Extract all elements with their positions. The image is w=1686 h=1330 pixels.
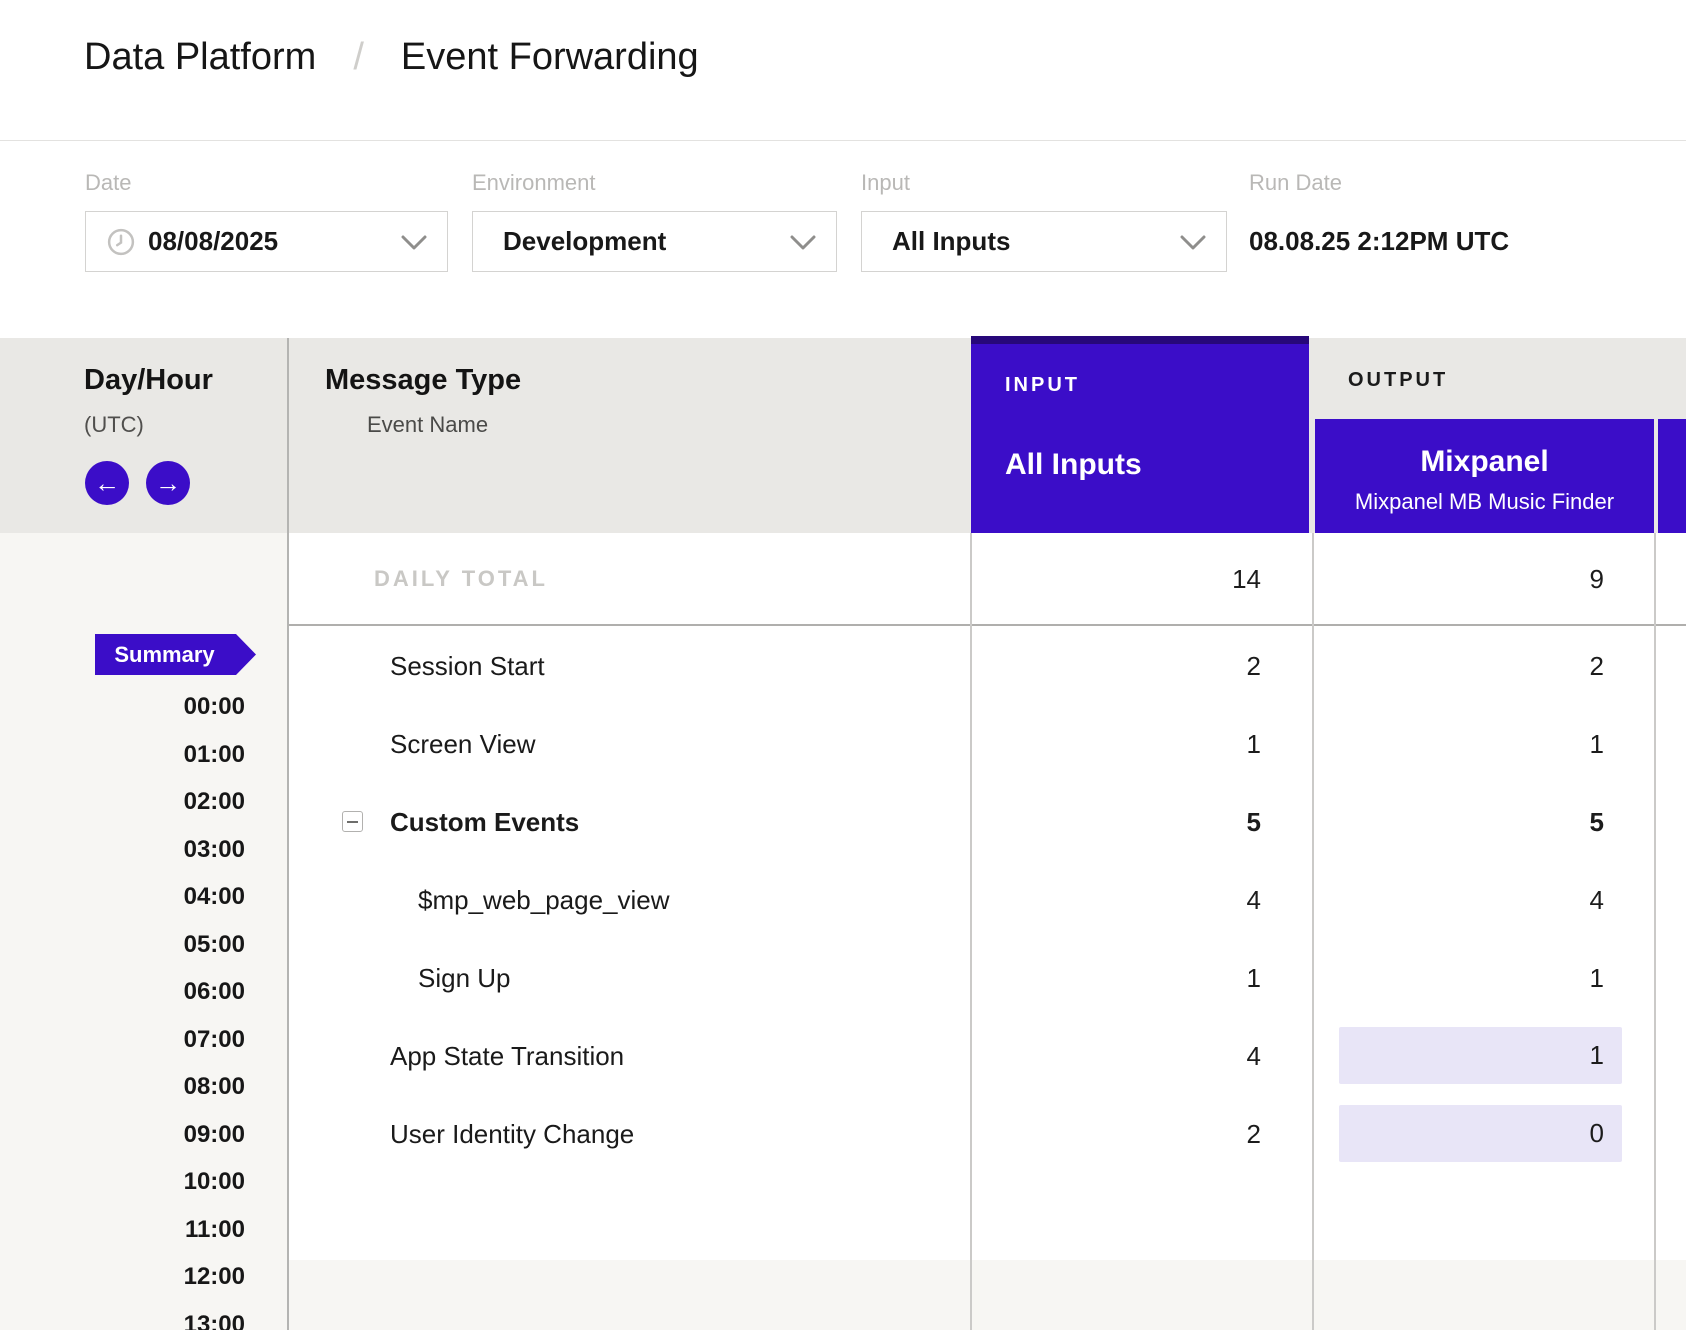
- message-type-column-title: Message Type: [325, 364, 521, 397]
- input-filter-label: Input: [861, 170, 910, 196]
- input-count-cell: 1: [1247, 705, 1261, 783]
- input-select[interactable]: All Inputs: [861, 211, 1227, 272]
- highlighted-output-cell[interactable]: 0: [1339, 1105, 1622, 1162]
- hour-row-label[interactable]: 11:00: [0, 1215, 245, 1245]
- event-name-label: App State Transition: [390, 1017, 624, 1095]
- output-connection-name: Mixpanel MB Music Finder: [1315, 489, 1654, 515]
- daily-total-divider: [289, 624, 1686, 626]
- hour-row-label[interactable]: 05:00: [0, 930, 245, 960]
- run-date-group: Run Date 08.08.25 2:12PM UTC: [1249, 142, 1589, 338]
- output-column-header-mixpanel[interactable]: Mixpanel Mixpanel MB Music Finder: [1315, 419, 1654, 533]
- output-name: Mixpanel: [1315, 445, 1654, 479]
- output-count-cell: 1: [1590, 939, 1604, 1017]
- hour-row-label[interactable]: 03:00: [0, 835, 245, 865]
- output-column-header-partial[interactable]: [1658, 419, 1686, 533]
- input-column-header[interactable]: INPUT All Inputs: [971, 336, 1309, 533]
- hour-row-label[interactable]: 08:00: [0, 1072, 245, 1102]
- output-count-cell: 5: [1590, 783, 1604, 861]
- summary-tab-label: Summary: [95, 634, 256, 675]
- input-count-cell: 4: [1247, 861, 1261, 939]
- input-output-column-divider: [1312, 533, 1314, 1330]
- output-section-label: OUTPUT: [1348, 369, 1448, 392]
- hour-row-label[interactable]: 13:00: [0, 1310, 245, 1330]
- hour-row-label[interactable]: 10:00: [0, 1167, 245, 1197]
- chevron-down-icon: [790, 235, 816, 250]
- input-count-cell: 4: [1247, 1017, 1261, 1095]
- hour-row-label[interactable]: 04:00: [0, 882, 245, 912]
- input-count-cell: 5: [1247, 783, 1261, 861]
- input-select-value: All Inputs: [892, 226, 1010, 257]
- collapse-minus-icon[interactable]: [342, 811, 363, 832]
- event-name-label: User Identity Change: [390, 1095, 634, 1173]
- daily-total-output-count: 9: [1590, 533, 1604, 625]
- input-filter-group: Input All Inputs: [861, 142, 1227, 338]
- run-date-value: 08.08.25 2:12PM UTC: [1249, 226, 1509, 257]
- daily-total-label: DAILY TOTAL: [374, 533, 548, 625]
- table-footer-band: [289, 1260, 1686, 1330]
- event-name-label: $mp_web_page_view: [418, 861, 670, 939]
- input-count-cell: 2: [1247, 1095, 1261, 1173]
- input-column-label: INPUT: [1005, 374, 1080, 397]
- hour-row-label[interactable]: 06:00: [0, 977, 245, 1007]
- message-input-column-divider: [970, 533, 972, 1330]
- hour-row-label[interactable]: 07:00: [0, 1025, 245, 1055]
- input-column-value: All Inputs: [1005, 448, 1142, 482]
- daily-total-input-count: 14: [1232, 533, 1261, 625]
- chevron-down-icon: [1180, 235, 1206, 250]
- environment-select-value: Development: [503, 226, 666, 257]
- output-count-cell: 0: [1339, 1105, 1622, 1162]
- event-name-label: Custom Events: [390, 783, 579, 861]
- environment-filter-label: Environment: [472, 170, 596, 196]
- event-forwarding-page: Data Platform/Event Forwarding Date 08/0…: [0, 0, 1686, 1330]
- sidebar-column-divider: [287, 338, 289, 1330]
- summary-tab[interactable]: Summary: [95, 634, 256, 675]
- event-name-label: Sign Up: [418, 939, 511, 1017]
- output-count-cell: 1: [1590, 705, 1604, 783]
- event-name-label: Session Start: [390, 627, 545, 705]
- environment-filter-group: Environment Development: [472, 142, 837, 338]
- hour-row-label[interactable]: 00:00: [0, 692, 245, 722]
- event-name-label: Screen View: [390, 705, 536, 783]
- hour-row-label[interactable]: 12:00: [0, 1262, 245, 1292]
- event-name-column-subtitle: Event Name: [367, 412, 488, 438]
- input-count-cell: 1: [1247, 939, 1261, 1017]
- highlighted-output-cell[interactable]: 1: [1339, 1027, 1622, 1084]
- output-count-cell: 4: [1590, 861, 1604, 939]
- run-date-label: Run Date: [1249, 170, 1342, 196]
- input-count-cell: 2: [1247, 627, 1261, 705]
- output-column-divider: [1654, 533, 1656, 1330]
- output-count-cell: 2: [1590, 627, 1604, 705]
- chevron-down-icon: [401, 235, 427, 250]
- environment-select[interactable]: Development: [472, 211, 837, 272]
- hour-row-label[interactable]: 02:00: [0, 787, 245, 817]
- output-count-cell: 1: [1339, 1027, 1622, 1084]
- breadcrumb-page-title: Event Forwarding: [401, 36, 699, 78]
- hour-row-label[interactable]: 09:00: [0, 1120, 245, 1150]
- hour-row-label[interactable]: 01:00: [0, 740, 245, 770]
- breadcrumb-separator: /: [353, 36, 364, 78]
